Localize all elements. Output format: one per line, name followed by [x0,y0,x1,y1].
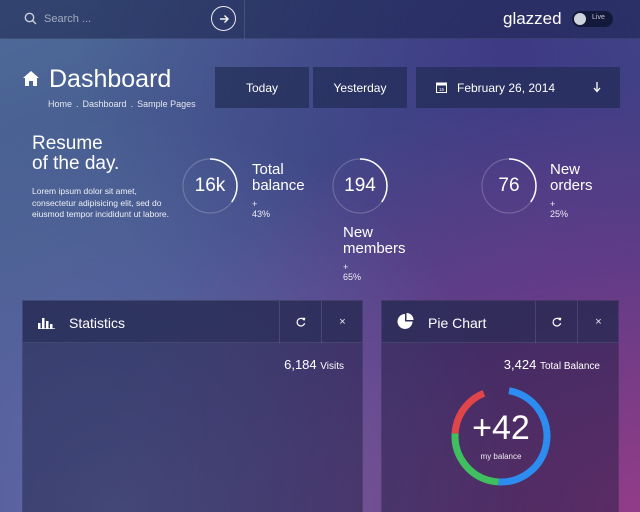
toggle-label: Live [592,14,605,21]
page-title: Dashboard [49,65,172,93]
donut-center-value: +42 [472,409,530,447]
arrow-down-icon[interactable] [592,80,602,94]
close-button[interactable]: × [577,301,619,343]
today-button[interactable]: Today [215,67,309,108]
breadcrumb: Home. Dashboard. Sample Pages [48,99,200,109]
toggle-knob [574,13,586,25]
stat-delta: + 25% [550,199,569,219]
stat-value: 76 [498,175,520,196]
search-icon [24,12,37,25]
breadcrumb-item-dashboard[interactable]: Dashboard [83,99,127,109]
breadcrumb-separator: . [130,99,134,109]
visits-stat: 6,184 Visits [284,357,344,372]
search-area [0,0,245,39]
breadcrumb-item-home[interactable]: Home [48,99,72,109]
calendar-icon: 15 [436,82,447,93]
stat-label: New members [343,225,406,257]
visits-value: 6,184 [284,357,317,372]
stat-label: Total balance [252,162,305,194]
home-icon [23,71,39,86]
stat-value: 16k [194,175,226,196]
search-submit-button[interactable] [211,6,236,31]
stat-label-line1: New [343,224,374,241]
resume-title-line2: of the day. [32,153,120,174]
arrow-right-icon [219,14,229,23]
stat-label: New orders [550,162,593,194]
pie-chart-panel: Pie Chart × 3,424 Total Balance +42 my b… [381,300,619,512]
calendar-icon-day: 15 [439,87,445,92]
donut-center-label: my balance [480,452,522,461]
total-balance-value: 3,424 [503,357,537,372]
top-bar: glazzed Live [0,0,640,39]
brand-logo: glazzed [503,9,562,28]
refresh-button[interactable] [535,301,577,343]
total-balance-stat: 3,424 Total Balance [504,357,600,372]
stat-label-line2: balance [252,177,305,194]
search-input[interactable] [44,10,194,28]
live-toggle[interactable]: Live [572,11,613,27]
panel-header: Pie Chart × [382,301,618,343]
stat-value: 194 [344,175,376,196]
bar-chart-icon [38,318,55,329]
visits-unit: Visits [320,361,344,372]
resume-title: Resume of the day. [32,134,162,174]
close-icon: × [595,316,602,328]
yesterday-button[interactable]: Yesterday [313,67,407,108]
panel-title: Pie Chart [428,315,487,331]
breadcrumb-separator: . [76,99,79,109]
stat-delta: + 43% [252,199,271,219]
close-icon: × [339,316,346,328]
resume-description: Lorem ipsum dolor sit amet, consectetur … [32,186,170,219]
stat-label-line1: New [550,161,581,178]
stat-label-line2: orders [550,177,593,194]
statistics-panel: Statistics × 6,184 Visits [22,300,363,512]
stat-label-line2: members [343,240,406,257]
stat-delta: + 65% [343,262,362,282]
close-button[interactable]: × [321,301,363,343]
panel-header: Statistics × [23,301,362,343]
resume-title-line1: Resume [32,133,103,154]
date-picker[interactable]: 15 February 26, 2014 [416,67,620,108]
date-value: February 26, 2014 [457,81,556,95]
stat-label-line1: Total [252,161,284,178]
refresh-icon [296,317,305,327]
pie-chart-icon [397,313,414,329]
refresh-icon [552,317,561,327]
breadcrumb-item-sample-pages[interactable]: Sample Pages [137,99,196,109]
refresh-button[interactable] [279,301,321,343]
panel-title: Statistics [69,315,126,331]
total-balance-unit: Total Balance [539,361,600,372]
